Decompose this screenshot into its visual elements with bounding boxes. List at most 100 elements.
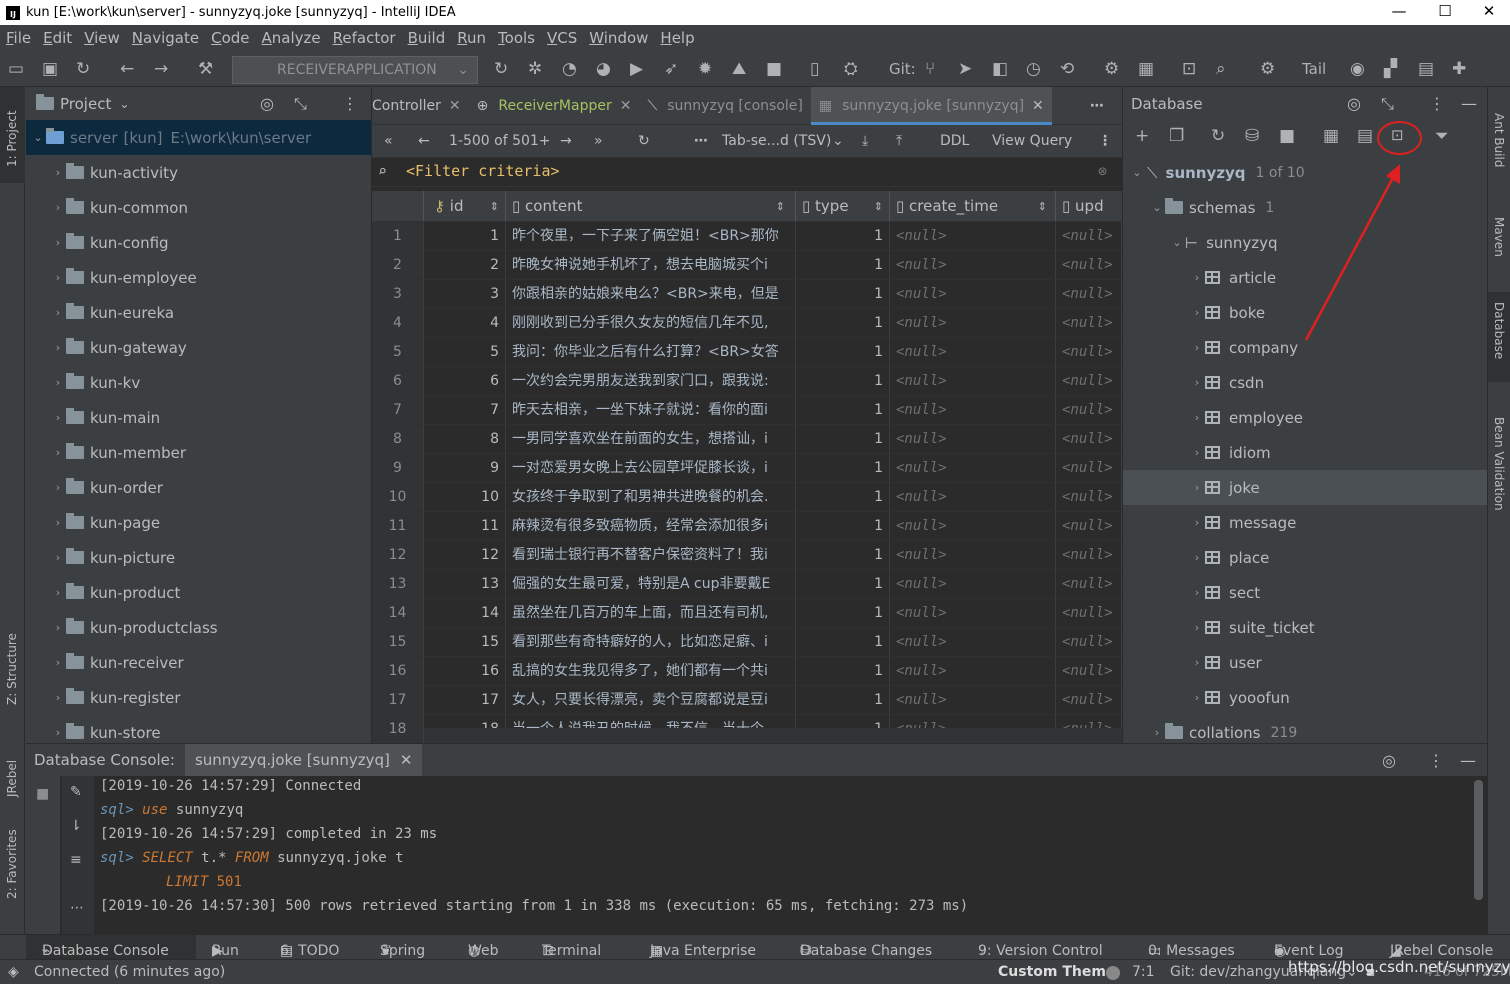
deploy-icon[interactable]: ⛰ [732,59,746,79]
chevron-right-icon[interactable]: › [50,166,66,179]
chevron-right-icon[interactable]: › [50,446,66,459]
first-page-icon[interactable]: « [384,133,393,149]
clear-filter-icon[interactable]: ⊗ [1098,162,1107,180]
row-number[interactable]: 12 [372,541,424,569]
chevron-right-icon[interactable]: › [50,516,66,529]
cell-update[interactable]: <null> [1056,396,1122,424]
cell-type[interactable]: 1 [796,309,890,337]
tree-item[interactable]: › kun-member [26,435,371,470]
table-row[interactable]: 15 15 看到那些有奇特癖好的人，比如恋足癖、i 1 <null> <null> [372,628,1122,657]
chevron-right-icon[interactable]: › [1189,376,1205,389]
cell-content[interactable]: 女人，只要长得漂亮，卖个豆腐都说是豆i [506,686,796,714]
view-query-button[interactable]: View Query [992,133,1072,149]
tree-item[interactable]: › kun-main [26,400,371,435]
cell-create-time[interactable]: <null> [890,541,1056,569]
cell-create-time[interactable]: <null> [890,309,1056,337]
cell-update[interactable]: <null> [1056,541,1122,569]
table-row[interactable]: 14 14 虽然坐在几百万的车上面，而且还有司机, 1 <null> <null> [372,599,1122,628]
horizontal-scrollbar[interactable] [424,728,1122,743]
cursor-position[interactable]: 7:1 [1132,964,1155,980]
project-structure-icon[interactable]: ▦ [1138,59,1154,79]
db-table-item[interactable]: › yooofun [1123,680,1487,715]
cell-id[interactable]: 9 [424,454,506,482]
project-panel-title[interactable]: Project [60,95,111,113]
plugin-icon[interactable]: ⚙ [1260,59,1275,79]
vertical-scrollbar[interactable] [1474,780,1483,900]
menu-help[interactable]: Help [654,29,700,47]
project-strip-button[interactable]: 1: Project [5,110,19,167]
cell-create-time[interactable]: <null> [890,686,1056,714]
db-table-item[interactable]: › sect [1123,575,1487,610]
chevron-right-icon[interactable]: › [50,656,66,669]
table-row[interactable]: 13 13 倔强的女生最可爱，特别是A cup非要戴E 1 <null> <null> [372,570,1122,599]
row-number[interactable]: 11 [372,512,424,540]
more-options-icon[interactable]: ⋮ [1429,94,1445,113]
table-row[interactable]: 2 2 昨晚女神说她手机坏了，想去电脑城买个i 1 <null> <null> [372,251,1122,280]
row-number[interactable]: 8 [372,425,424,453]
column-header-id[interactable]: ⚷ id ⇕ [424,191,506,221]
hide-panel-icon[interactable]: — [1461,94,1477,113]
tab-controller[interactable]: Controller ✕ [372,87,469,125]
settings-gear-icon[interactable]: ⚙ [1104,59,1119,79]
table-row[interactable]: 4 4 刚刚收到已分手很久女友的短信几年不见, 1 <null> <null> [372,309,1122,338]
cell-type[interactable]: 1 [796,222,890,250]
cell-id[interactable]: 12 [424,541,506,569]
project-root-row[interactable]: ⌄ server [kun] E:\work\kun\server [26,120,371,155]
chevron-right-icon[interactable]: › [1189,516,1205,529]
cell-create-time[interactable]: <null> [890,628,1056,656]
cell-create-time[interactable]: <null> [890,657,1056,685]
console-tab[interactable]: sunnyzyq.joke [sunnyzyq] ✕ [184,744,423,776]
record-icon[interactable]: ◉ [1350,59,1365,79]
cell-update[interactable]: <null> [1056,425,1122,453]
locate-target-icon[interactable]: ◎ [1382,751,1396,770]
save-icon[interactable]: ▣ [42,59,58,79]
db-table-item[interactable]: › joke [1123,470,1487,505]
row-number[interactable]: 16 [372,657,424,685]
table-row[interactable]: 10 10 女孩终于争取到了和男神共进晚餐的机会. 1 <null> <null> [372,483,1122,512]
cell-create-time[interactable]: <null> [890,570,1056,598]
jrebel-debug-icon[interactable]: ✹ [698,59,712,79]
open-folder-icon[interactable]: ▭ [8,59,24,79]
run-icon[interactable]: ▶ [630,59,643,79]
pagination-label[interactable]: 1-500 of 501+ [449,133,551,149]
menu-view[interactable]: View [78,29,126,47]
db-table-item[interactable]: › idiom [1123,435,1487,470]
cell-create-time[interactable]: <null> [890,512,1056,540]
tree-item[interactable]: › kun-page [26,505,371,540]
cell-create-time[interactable]: <null> [890,599,1056,627]
chevron-right-icon[interactable]: › [1189,551,1205,564]
cell-id[interactable]: 3 [424,280,506,308]
menu-tools[interactable]: Tools [492,29,541,47]
column-header-content[interactable]: ▯ content ⇕ [506,191,796,221]
stop-icon[interactable]: ■ [766,59,782,79]
clear-icon[interactable]: ✎ [70,784,82,800]
menu-run[interactable]: Run [451,29,492,47]
tree-item[interactable]: › kun-employee [26,260,371,295]
chevron-right-icon[interactable]: › [1189,621,1205,634]
ddl-file-icon[interactable]: ▤ [1357,126,1373,146]
tree-item[interactable]: › kun-kv [26,365,371,400]
more-icon[interactable]: ⋯ [70,900,84,916]
last-page-icon[interactable]: » [594,133,603,149]
db-table-item[interactable]: › place [1123,540,1487,575]
row-number[interactable]: 5 [372,338,424,366]
cell-id[interactable]: 10 [424,483,506,511]
terminal-icon[interactable]: ⊡ [1182,59,1196,79]
chevron-right-icon[interactable]: › [50,586,66,599]
device-icon[interactable]: ▯ [810,59,819,79]
table-row[interactable]: 6 6 一次约会完男朋友送我到家门口，跟我说: 1 <null> <null> [372,367,1122,396]
add-datasource-icon[interactable]: + [1135,126,1149,146]
cell-create-time[interactable]: <null> [890,483,1056,511]
upload-icon[interactable]: ⤒ [896,133,902,149]
locate-target-icon[interactable]: ◎ [260,94,274,113]
search-icon[interactable]: ⌕ [1216,59,1226,79]
cell-id[interactable]: 1 [424,222,506,250]
chevron-right-icon[interactable]: › [50,201,66,214]
filter-bar[interactable]: ⌕ <Filter criteria> ⊗ [372,158,1122,187]
filter-input[interactable]: <Filter criteria> [406,162,560,180]
tab-console[interactable]: ⟍ sunnyzyq [console] [639,87,810,125]
chevron-right-icon[interactable]: › [1189,271,1205,284]
chevron-down-icon[interactable]: ⌄ [1129,166,1145,179]
bean-validation-strip-button[interactable]: Bean Validation [1492,417,1506,511]
cell-id[interactable]: 8 [424,425,506,453]
